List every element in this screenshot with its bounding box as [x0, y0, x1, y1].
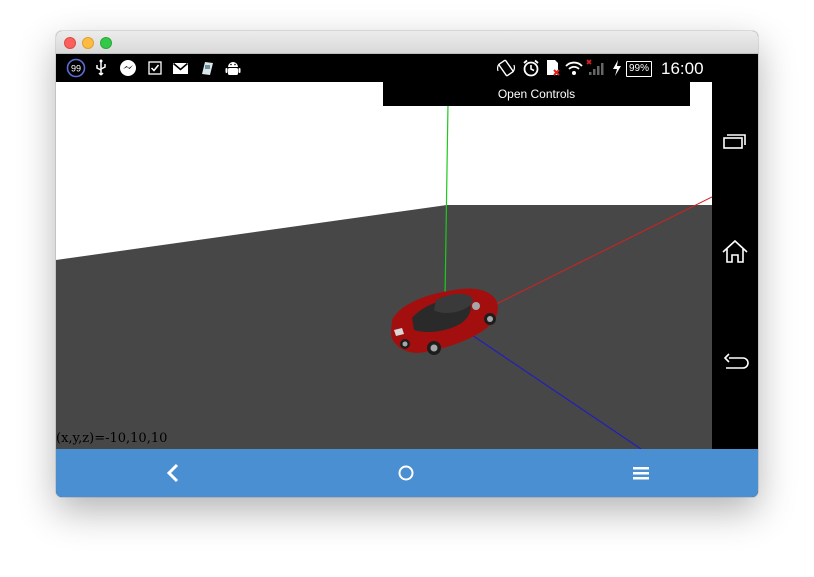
window-titlebar — [56, 31, 758, 54]
bottom-menu-button[interactable] — [626, 459, 656, 487]
bottom-navigation-bar — [56, 449, 758, 497]
wifi-icon — [564, 59, 584, 77]
notification-count: 99 — [71, 64, 81, 74]
bottom-back-button[interactable] — [158, 459, 188, 487]
recent-apps-icon — [723, 134, 746, 149]
alarm-icon — [522, 59, 540, 77]
status-time: 16:00 — [661, 59, 704, 78]
close-window-button[interactable] — [64, 37, 76, 49]
back-arrow-icon — [723, 353, 749, 369]
recent-apps-button[interactable] — [720, 127, 750, 157]
tag-icon — [199, 59, 215, 77]
maximize-window-button[interactable] — [100, 37, 112, 49]
3d-viewport[interactable]: Open Controls (x,y,z)=-10,10,10 — [56, 82, 712, 449]
android-icon — [225, 59, 241, 77]
app-window: 99 99% 16:00 Open Controls (x,y,z)=-10,1… — [56, 31, 758, 497]
sim-icon — [545, 59, 561, 77]
bottom-home-button[interactable] — [391, 459, 421, 487]
rotate-icon — [496, 59, 516, 77]
notification-count-icon: 99 — [66, 58, 86, 78]
messenger-icon — [119, 59, 137, 77]
gmail-icon — [172, 59, 189, 77]
camera-coordinates: (x,y,z)=-10,10,10 — [56, 431, 168, 446]
charging-icon — [611, 59, 623, 77]
menu-icon — [633, 467, 649, 480]
usb-icon — [94, 59, 108, 77]
home-icon — [722, 239, 748, 263]
checkbox-icon — [148, 59, 162, 77]
open-controls-button[interactable]: Open Controls — [383, 82, 690, 106]
scene-canvas[interactable] — [56, 82, 712, 449]
back-nav-button[interactable] — [720, 347, 750, 377]
home-nav-button[interactable] — [720, 237, 750, 267]
signal-icon — [586, 59, 606, 77]
minimize-window-button[interactable] — [82, 37, 94, 49]
battery-indicator: 99% — [626, 61, 653, 77]
chevron-left-icon — [166, 463, 179, 483]
circle-icon — [398, 465, 414, 481]
android-status-bar: 99 99% 16:00 — [56, 54, 758, 82]
android-side-navigation — [712, 82, 758, 449]
